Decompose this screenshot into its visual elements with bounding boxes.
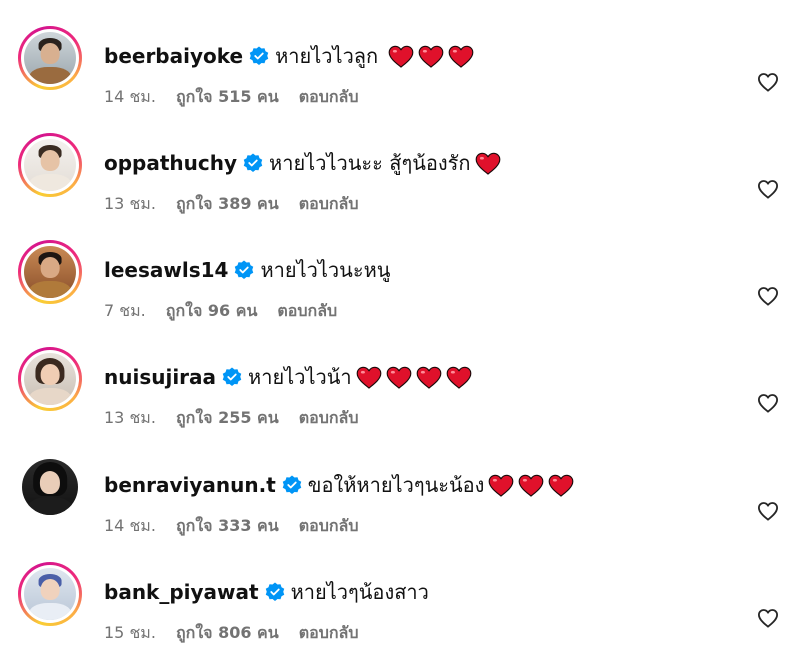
red-heart-emoji-icon (519, 474, 544, 497)
avatar[interactable] (18, 562, 82, 626)
comment-timestamp[interactable]: 15 ชม. (104, 621, 156, 646)
username[interactable]: oppathuchy (104, 151, 237, 175)
comment-item: nuisujiraa หายไวไวน้า 13 ชม. ถูกใจ 255 ค… (0, 347, 800, 451)
likes-count[interactable]: ถูกใจ 389 คน (176, 192, 279, 217)
red-heart-emoji-icon (446, 366, 472, 389)
comment-item: bank_piyawat หายไวๆน้องสาว 15 ชม. ถูกใจ … (0, 562, 800, 666)
verified-badge-icon (235, 260, 254, 279)
username[interactable]: bank_piyawat (104, 580, 259, 604)
red-heart-emoji-icon (418, 45, 444, 68)
red-heart-emoji-icon (549, 474, 574, 497)
verified-badge-icon (249, 46, 269, 65)
verified-badge-icon (243, 153, 263, 172)
comment-text: หายไวไวนะหนู (260, 258, 391, 282)
red-heart-emoji-icon (448, 45, 474, 68)
reply-button[interactable]: ตอบกลับ (299, 514, 359, 539)
reply-button[interactable]: ตอบกลับ (299, 621, 359, 646)
heart-outline-icon[interactable] (757, 608, 779, 628)
comment-item: leesawls14 หายไวไวนะหนู 7 ชม. ถูกใจ 96 ค… (0, 240, 800, 344)
comment-text: หายไวไวนะะ สู้ๆน้องรัก (269, 151, 471, 175)
comment-timestamp[interactable]: 14 ชม. (104, 85, 156, 110)
red-heart-emoji-icon (388, 45, 414, 68)
avatar[interactable] (18, 455, 82, 519)
heart-outline-icon[interactable] (757, 393, 779, 413)
reply-button[interactable]: ตอบกลับ (299, 192, 359, 217)
red-heart-emoji-icon (489, 474, 514, 497)
comment-text: หายไวไวน้า (248, 365, 352, 389)
verified-badge-icon (265, 582, 284, 601)
comment-text: ขอให้หายไวๆนะน้อง (307, 473, 485, 497)
verified-badge-icon (282, 475, 302, 494)
avatar[interactable] (18, 26, 82, 90)
reply-button[interactable]: ตอบกลับ (299, 406, 359, 431)
comment-text: หายไวไวลูก (275, 44, 379, 68)
username[interactable]: leesawls14 (104, 258, 228, 282)
heart-outline-icon[interactable] (757, 501, 779, 521)
avatar[interactable] (18, 347, 82, 411)
heart-outline-icon[interactable] (757, 286, 779, 306)
comment-timestamp[interactable]: 7 ชม. (104, 299, 146, 324)
comment-text: หายไวๆน้องสาว (290, 580, 429, 604)
comment-item: oppathuchy หายไวไวนะะ สู้ๆน้องรัก 13 ชม.… (0, 133, 800, 237)
comment-timestamp[interactable]: 13 ชม. (104, 406, 156, 431)
verified-badge-icon (222, 367, 242, 386)
likes-count[interactable]: ถูกใจ 255 คน (176, 406, 279, 431)
comment-item: beerbaiyoke หายไวไวลูก 14 ชม. ถูกใจ 515 … (0, 26, 800, 130)
heart-outline-icon[interactable] (757, 179, 779, 199)
likes-count[interactable]: ถูกใจ 333 คน (176, 514, 279, 539)
red-heart-emoji-icon (386, 366, 412, 389)
likes-count[interactable]: ถูกใจ 806 คน (176, 621, 279, 646)
comment-list: beerbaiyoke หายไวไวลูก 14 ชม. ถูกใจ 515 … (0, 0, 800, 669)
likes-count[interactable]: ถูกใจ 96 คน (166, 299, 258, 324)
comment-timestamp[interactable]: 14 ชม. (104, 514, 156, 539)
avatar[interactable] (18, 240, 82, 304)
avatar[interactable] (18, 133, 82, 197)
username[interactable]: beerbaiyoke (104, 44, 243, 68)
red-heart-emoji-icon (416, 366, 442, 389)
reply-button[interactable]: ตอบกลับ (277, 299, 337, 324)
comment-item: benraviyanun.t ขอให้หายไวๆนะน้อง 14 ชม. … (0, 459, 800, 559)
username[interactable]: nuisujiraa (104, 365, 216, 389)
red-heart-emoji-icon (475, 152, 500, 175)
likes-count[interactable]: ถูกใจ 515 คน (176, 85, 279, 110)
username[interactable]: benraviyanun.t (104, 473, 276, 497)
heart-outline-icon[interactable] (757, 72, 779, 92)
red-heart-emoji-icon (356, 366, 382, 389)
comment-timestamp[interactable]: 13 ชม. (104, 192, 156, 217)
reply-button[interactable]: ตอบกลับ (299, 85, 359, 110)
